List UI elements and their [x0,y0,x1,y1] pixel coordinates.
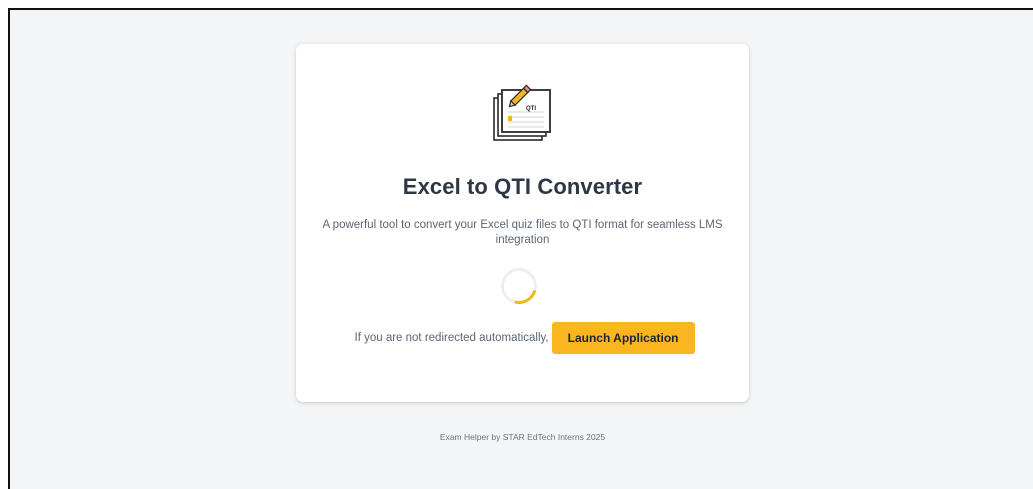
footer-credit: Exam Helper by STAR EdTech Interns 2025 [439,432,606,442]
redirect-row: If you are not redirected automatically,… [296,322,749,354]
loading-spinner-icon [494,261,544,311]
page-subtitle: A powerful tool to convert your Excel qu… [322,219,723,246]
qti-document-stack-icon: QTI [490,82,554,144]
page-viewport: QTI Excel to QTI Converter A powerful to… [8,8,1033,489]
welcome-card: QTI Excel to QTI Converter A powerful to… [296,44,749,402]
page-title: Excel to QTI Converter [402,174,643,199]
logo-label: QTI [526,106,536,112]
launch-application-button[interactable]: Launch Application [551,322,695,354]
redirect-message: If you are not redirected automatically, [354,332,549,344]
